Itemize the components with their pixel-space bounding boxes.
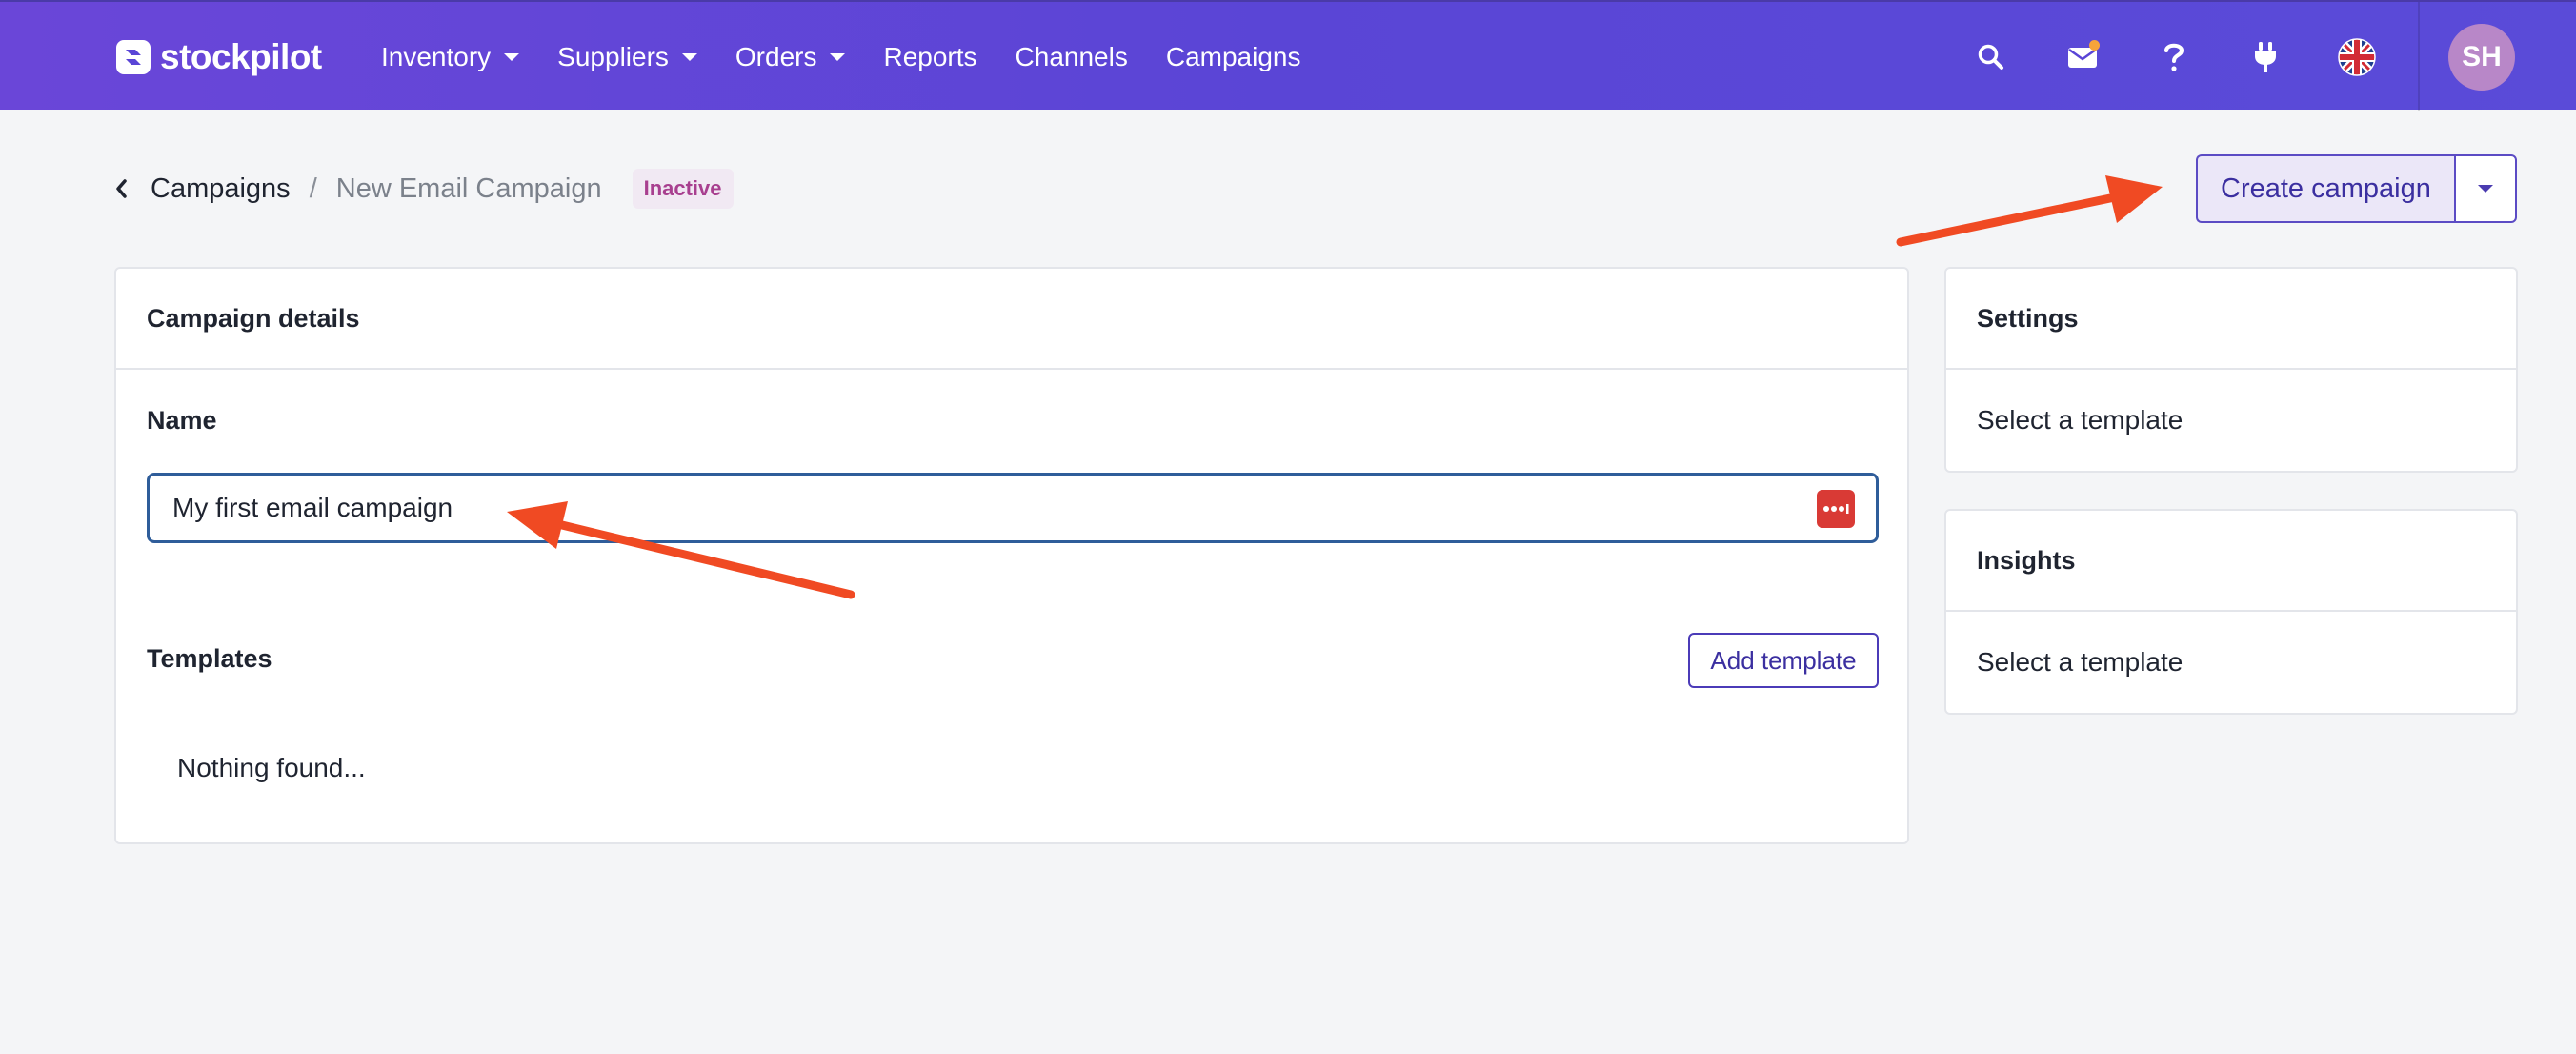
card-title: Campaign details — [116, 269, 1907, 370]
settings-body: Select a template — [1977, 405, 2184, 435]
nav-item-orders[interactable]: Orders — [735, 42, 846, 72]
nav-item-channels[interactable]: Channels — [1016, 42, 1128, 72]
templates-label: Templates — [147, 644, 272, 673]
help-button[interactable] — [2145, 29, 2203, 86]
nav-label: Channels — [1015, 41, 1128, 71]
nav-label: Orders — [735, 41, 817, 71]
nav-divider — [2418, 2, 2420, 111]
nav-item-reports[interactable]: Reports — [883, 42, 976, 72]
chevron-down-icon — [504, 52, 520, 61]
nav-icon-group — [1962, 2, 2420, 111]
search-button[interactable] — [1962, 29, 2020, 86]
name-label: Name — [147, 406, 217, 435]
back-button[interactable] — [114, 178, 133, 199]
nav-label: Campaigns — [1165, 41, 1301, 71]
nav-label: Inventory — [381, 41, 492, 71]
insights-title: Insights — [1946, 511, 2516, 612]
nav-item-campaigns[interactable]: Campaigns — [1166, 42, 1301, 72]
campaign-name-input[interactable]: My first email campaign — [147, 473, 1879, 543]
main-nav: Inventory Suppliers Orders Reports Chann… — [381, 2, 1338, 111]
campaign-name-value: My first email campaign — [172, 493, 453, 522]
brand-name: stockpilot — [160, 37, 322, 76]
nav-label: Reports — [883, 41, 977, 71]
breadcrumb-current: New Email Campaign — [335, 172, 602, 204]
user-avatar[interactable]: SH — [2448, 24, 2515, 91]
insights-card: Insights Select a template — [1944, 509, 2518, 715]
plug-icon — [2255, 41, 2276, 72]
nav-item-inventory[interactable]: Inventory — [381, 41, 520, 72]
breadcrumb-separator: / — [309, 172, 317, 204]
brand-logo[interactable]: stockpilot — [114, 36, 322, 78]
top-navbar: stockpilot Inventory Suppliers Orders Re… — [0, 0, 2576, 111]
create-campaign-split-button: Create campaign — [2196, 154, 2517, 223]
password-manager-icon[interactable] — [1817, 490, 1855, 528]
create-campaign-options-button[interactable] — [2453, 154, 2517, 223]
stockpilot-logo-icon — [116, 40, 151, 74]
status-badge: Inactive — [632, 169, 734, 209]
breadcrumb-parent-link[interactable]: Campaigns — [151, 173, 291, 205]
chevron-down-icon — [681, 52, 697, 61]
notification-dot — [2089, 39, 2100, 51]
avatar-initials: SH — [2462, 41, 2502, 72]
chevron-left-icon — [116, 179, 127, 198]
uk-flag-icon — [2338, 37, 2376, 76]
nav-label: Suppliers — [557, 41, 669, 71]
settings-title: Settings — [1946, 269, 2516, 370]
annotation-arrow-create-campaign — [1896, 175, 2163, 247]
language-button[interactable] — [2328, 29, 2385, 86]
chevron-down-icon — [830, 52, 846, 61]
integrations-button[interactable] — [2237, 29, 2294, 86]
create-campaign-button[interactable]: Create campaign — [2196, 154, 2454, 223]
settings-card: Settings Select a template — [1944, 267, 2518, 473]
templates-empty-state: Nothing found... — [177, 753, 366, 782]
help-icon — [2164, 43, 2184, 71]
breadcrumb: Campaigns / New Email Campaign Inactive — [114, 168, 734, 210]
chevron-down-icon — [2477, 185, 2493, 193]
add-template-button[interactable]: Add template — [1688, 633, 1879, 688]
nav-item-suppliers[interactable]: Suppliers — [557, 42, 697, 72]
messages-button[interactable] — [2054, 29, 2111, 86]
search-icon — [1978, 44, 2003, 70]
campaign-details-card: Campaign details Name My first email cam… — [114, 267, 1909, 844]
insights-body: Select a template — [1977, 647, 2184, 677]
